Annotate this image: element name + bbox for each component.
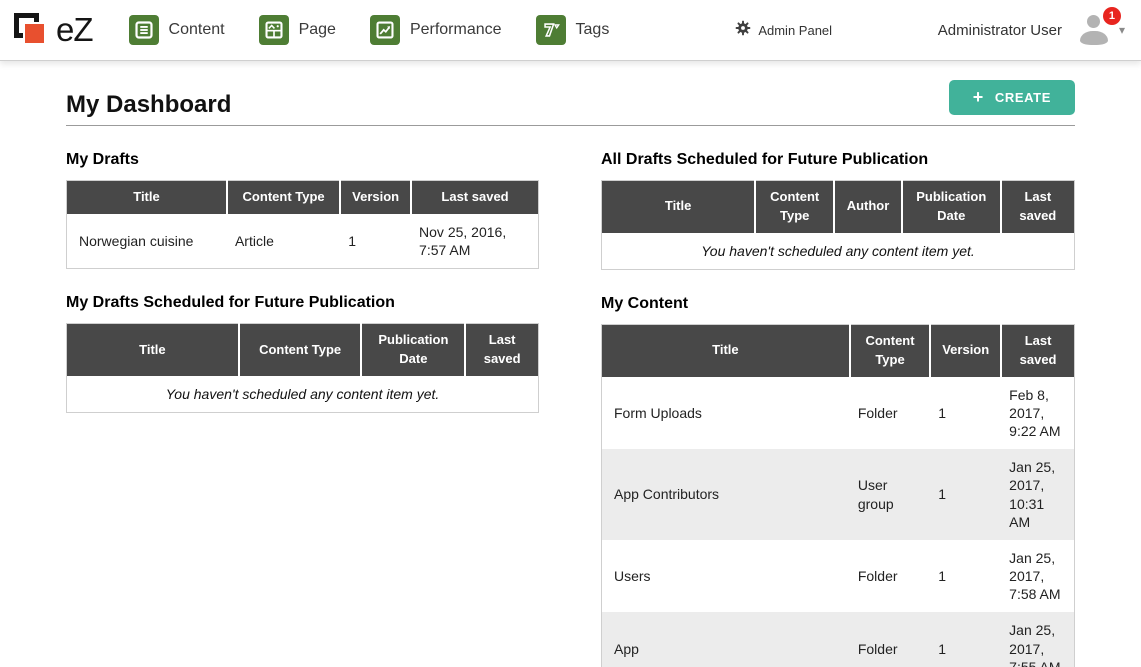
table-cell: Jan 25, 2017, 10:31 AM — [1001, 449, 1074, 540]
nav-label-tags: Tags — [576, 21, 610, 39]
column-header: Content Type — [227, 181, 340, 214]
header-row: TitleContent TypeVersionLast saved — [602, 324, 1075, 376]
table-cell: 1 — [930, 377, 1001, 450]
column-header: Last saved — [411, 181, 538, 214]
nav-item-page[interactable]: Page — [259, 15, 336, 45]
notification-badge[interactable]: 1 — [1103, 7, 1121, 25]
performance-icon — [370, 15, 400, 45]
avatar: 1 — [1078, 15, 1112, 45]
header-row: TitleContent TypeAuthorPublication DateL… — [602, 181, 1075, 233]
my-drafts-heading: My Drafts — [66, 151, 539, 169]
column-header: Publication Date — [902, 181, 1001, 233]
table-row[interactable]: UsersFolder1Jan 25, 2017, 7:58 AM — [602, 540, 1075, 613]
table-cell: Jan 25, 2017, 7:58 AM — [1001, 540, 1074, 613]
main-nav: Content Page Per — [129, 15, 644, 45]
table-cell: Users — [602, 540, 850, 613]
tags-icon — [536, 15, 566, 45]
column-header: Version — [340, 181, 411, 214]
empty-message: You haven't scheduled any content item y… — [67, 376, 539, 413]
my-content-table: TitleContent TypeVersionLast savedForm U… — [601, 324, 1075, 667]
column-header: Last saved — [1001, 181, 1075, 233]
admin-panel-label: Admin Panel — [758, 23, 832, 38]
user-menu[interactable]: Administrator User 1 ▾ — [938, 15, 1125, 45]
table-cell: User group — [850, 449, 930, 540]
content-icon — [129, 15, 159, 45]
table-cell: Folder — [850, 612, 930, 667]
table-cell: Feb 8, 2017, 9:22 AM — [1001, 377, 1074, 450]
table-cell: Jan 25, 2017, 7:55 AM — [1001, 612, 1074, 667]
section-my-drafts: My Drafts TitleContent TypeVersionLast s… — [66, 151, 539, 269]
column-header: Last saved — [465, 324, 538, 376]
table-row[interactable]: Form UploadsFolder1Feb 8, 2017, 9:22 AM — [602, 377, 1075, 450]
column-header: Content Type — [239, 324, 362, 376]
table-row[interactable]: AppFolder1Jan 25, 2017, 7:55 AM — [602, 612, 1075, 667]
column-header: Author — [834, 181, 902, 233]
user-name: Administrator User — [938, 22, 1062, 39]
column-header: Title — [602, 181, 756, 233]
page-title: My Dashboard — [66, 88, 231, 122]
all-drafts-scheduled-table: TitleContent TypeAuthorPublication DateL… — [601, 180, 1075, 270]
table-cell: 1 — [930, 449, 1001, 540]
header-row: TitleContent TypePublication DateLast sa… — [67, 324, 539, 376]
page-icon — [259, 15, 289, 45]
plus-icon: + — [973, 91, 984, 104]
column-header: Title — [67, 324, 239, 376]
table-cell: 1 — [930, 612, 1001, 667]
empty-message: You haven't scheduled any content item y… — [602, 233, 1075, 270]
nav-item-tags[interactable]: Tags — [536, 15, 610, 45]
avatar-head — [1087, 15, 1100, 28]
table-cell: App Contributors — [602, 449, 850, 540]
avatar-torso — [1080, 31, 1108, 45]
dashboard-grid: My Drafts TitleContent TypeVersionLast s… — [66, 126, 1075, 667]
section-all-drafts-scheduled: All Drafts Scheduled for Future Publicat… — [601, 151, 1075, 270]
page-header: My Dashboard + CREATE — [66, 80, 1075, 126]
column-header: Publication Date — [361, 324, 465, 376]
table-cell: Article — [227, 214, 340, 269]
main-content: My Dashboard + CREATE My Drafts TitleCon… — [0, 80, 1141, 667]
my-drafts-table: TitleContent TypeVersionLast savedNorweg… — [66, 180, 539, 269]
nav-label-page: Page — [299, 21, 336, 39]
table-cell: Folder — [850, 377, 930, 450]
section-my-drafts-scheduled: My Drafts Scheduled for Future Publicati… — [66, 294, 539, 413]
my-drafts-scheduled-table: TitleContent TypePublication DateLast sa… — [66, 323, 539, 413]
nav-item-performance[interactable]: Performance — [370, 15, 502, 45]
create-button[interactable]: + CREATE — [949, 80, 1075, 115]
create-button-label: CREATE — [995, 90, 1051, 105]
left-column: My Drafts TitleContent TypeVersionLast s… — [66, 126, 539, 667]
empty-row: You haven't scheduled any content item y… — [67, 376, 539, 413]
table-cell: App — [602, 612, 850, 667]
column-header: Content Type — [850, 324, 930, 376]
table-cell: Form Uploads — [602, 377, 850, 450]
column-header: Content Type — [755, 181, 834, 233]
gear-icon — [735, 20, 751, 41]
column-header: Title — [602, 324, 850, 376]
table-cell: Folder — [850, 540, 930, 613]
chevron-down-icon: ▾ — [1119, 23, 1125, 37]
logo-orange-square — [25, 24, 44, 43]
right-column: All Drafts Scheduled for Future Publicat… — [601, 126, 1075, 667]
my-drafts-scheduled-heading: My Drafts Scheduled for Future Publicati… — [66, 294, 539, 312]
nav-label-performance: Performance — [410, 21, 502, 39]
logo-text: eZ — [56, 11, 93, 49]
column-header: Title — [67, 181, 227, 214]
table-row[interactable]: Norwegian cuisineArticle1Nov 25, 2016, 7… — [67, 214, 539, 269]
table-cell: 1 — [930, 540, 1001, 613]
nav-item-content[interactable]: Content — [129, 15, 225, 45]
ez-logo-icon — [12, 11, 50, 49]
table-cell: Nov 25, 2016, 7:57 AM — [411, 214, 538, 269]
section-my-content: My Content TitleContent TypeVersionLast … — [601, 295, 1075, 667]
table-cell: 1 — [340, 214, 411, 269]
all-drafts-scheduled-heading: All Drafts Scheduled for Future Publicat… — [601, 151, 1075, 169]
table-row[interactable]: App ContributorsUser group1Jan 25, 2017,… — [602, 449, 1075, 540]
header-row: TitleContent TypeVersionLast saved — [67, 181, 539, 214]
admin-panel-button[interactable]: Admin Panel — [735, 20, 832, 41]
nav-label-content: Content — [169, 21, 225, 39]
column-header: Last saved — [1001, 324, 1074, 376]
column-header: Version — [930, 324, 1001, 376]
logo[interactable]: eZ — [12, 11, 93, 49]
top-bar: eZ Content — [0, 0, 1141, 60]
my-content-heading: My Content — [601, 295, 1075, 313]
empty-row: You haven't scheduled any content item y… — [602, 233, 1075, 270]
table-cell: Norwegian cuisine — [67, 214, 227, 269]
